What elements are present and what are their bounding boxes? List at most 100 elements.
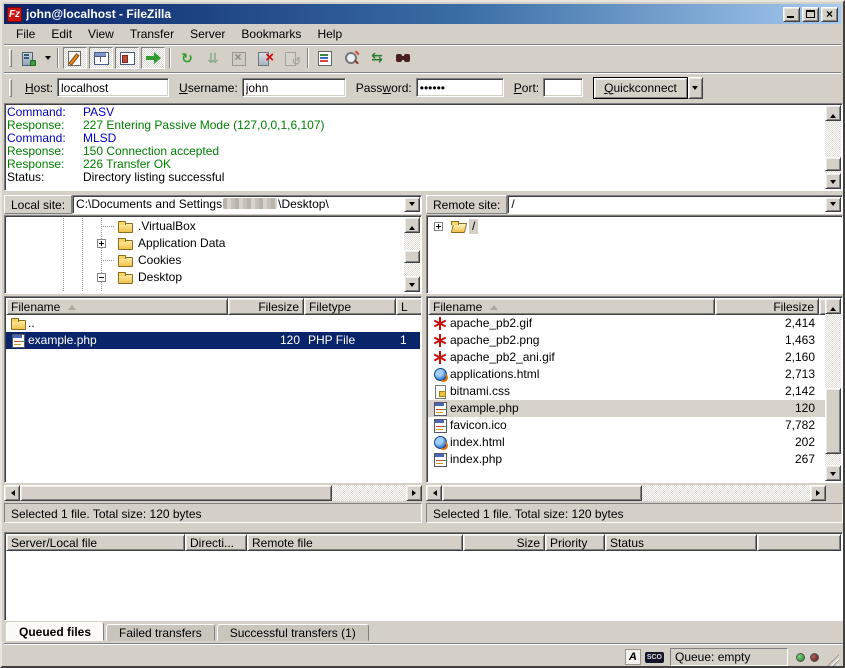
scrollbar-thumb[interactable] bbox=[20, 485, 332, 501]
tab-queued-files[interactable]: Queued files bbox=[6, 622, 104, 641]
queue-splitter[interactable] bbox=[4, 524, 843, 532]
scrollbar-thumb[interactable] bbox=[825, 388, 841, 454]
toggle-message-log-button[interactable] bbox=[63, 47, 87, 69]
menu-edit[interactable]: Edit bbox=[43, 25, 80, 43]
scroll-right-button[interactable] bbox=[810, 485, 826, 501]
column-header-filename[interactable]: Filename bbox=[428, 298, 715, 315]
file-row[interactable]: apache_pb2.gif2,414 bbox=[428, 315, 825, 332]
local-site-combobox[interactable]: C:\Documents and Settings\Desktop\ bbox=[72, 195, 422, 214]
file-row[interactable]: index.html202 bbox=[428, 434, 825, 451]
queue-column-priority[interactable]: Priority bbox=[545, 534, 605, 551]
file-row[interactable]: .. bbox=[6, 315, 420, 332]
scroll-up-button[interactable] bbox=[404, 217, 420, 233]
maximize-button[interactable] bbox=[802, 7, 819, 22]
log-splitter[interactable] bbox=[4, 191, 843, 194]
cancel-button[interactable] bbox=[227, 47, 251, 69]
reconnect-button[interactable] bbox=[279, 47, 303, 69]
tree-connector bbox=[101, 226, 115, 227]
tree-item[interactable]: Cookies bbox=[6, 252, 403, 269]
file-row[interactable]: example.php120 bbox=[428, 400, 825, 417]
data-type-indicator-icon: A bbox=[625, 649, 641, 665]
synchronized-browsing-button[interactable]: ⇆ bbox=[365, 47, 389, 69]
queue-column-size[interactable]: Size bbox=[463, 534, 545, 551]
menu-help[interactable]: Help bbox=[309, 25, 350, 43]
directory-comparison-button[interactable] bbox=[339, 47, 363, 69]
close-button[interactable]: × bbox=[821, 7, 838, 22]
site-manager-button[interactable] bbox=[16, 47, 40, 69]
file-row[interactable]: bitnami.css2,142 bbox=[428, 383, 825, 400]
toggle-local-tree-button[interactable] bbox=[89, 47, 113, 69]
disconnect-button[interactable] bbox=[253, 47, 277, 69]
vertical-splitter[interactable] bbox=[422, 194, 426, 523]
queue-column-remotefile[interactable]: Remote file bbox=[247, 534, 463, 551]
site-manager-dropdown[interactable] bbox=[41, 47, 54, 69]
column-header-filesize[interactable]: Filesize bbox=[715, 298, 819, 315]
remote-path: / bbox=[511, 197, 514, 211]
menu-bookmarks[interactable]: Bookmarks bbox=[233, 25, 309, 43]
scroll-down-button[interactable] bbox=[825, 173, 841, 189]
tree-item[interactable]: .VirtualBox bbox=[6, 218, 403, 235]
file-row[interactable]: example.php120PHP File1 bbox=[6, 332, 420, 349]
remote-site-combobox[interactable]: / bbox=[507, 195, 843, 214]
expand-plus-icon[interactable] bbox=[97, 239, 106, 248]
column-header-filetype[interactable]: Filetype bbox=[304, 298, 396, 315]
scroll-down-button[interactable] bbox=[825, 465, 841, 481]
file-row[interactable]: applications.html2,713 bbox=[428, 366, 825, 383]
host-input[interactable] bbox=[57, 78, 169, 97]
expand-plus-icon[interactable] bbox=[434, 222, 443, 231]
resize-grip[interactable] bbox=[826, 654, 839, 667]
column-header-filename[interactable]: Filename bbox=[6, 298, 228, 315]
filter-button[interactable] bbox=[313, 47, 337, 69]
minimize-button[interactable] bbox=[783, 7, 800, 22]
scrollbar-thumb[interactable] bbox=[442, 485, 642, 501]
username-input[interactable] bbox=[242, 78, 346, 97]
refresh-button[interactable]: ↻ bbox=[175, 47, 199, 69]
tree-item[interactable]: Desktop bbox=[6, 269, 403, 286]
toggle-queue-button[interactable] bbox=[141, 47, 165, 69]
scroll-down-button[interactable] bbox=[404, 276, 420, 292]
password-input[interactable] bbox=[416, 78, 504, 97]
queue-column-serverlocalfile[interactable]: Server/Local file bbox=[6, 534, 185, 551]
scroll-up-button[interactable] bbox=[825, 105, 841, 121]
collapse-minus-icon[interactable] bbox=[97, 273, 106, 282]
remote-hscrollbar[interactable] bbox=[426, 485, 826, 501]
queue-column-status[interactable]: Status bbox=[605, 534, 757, 551]
file-row[interactable]: favicon.ico7,782 bbox=[428, 417, 825, 434]
scrollbar-thumb[interactable] bbox=[404, 250, 420, 263]
find-files-button[interactable] bbox=[391, 47, 415, 69]
quickbar-grip[interactable] bbox=[9, 79, 12, 97]
scroll-left-button[interactable] bbox=[426, 485, 442, 501]
tree-item[interactable]: / bbox=[428, 218, 841, 235]
toggle-remote-tree-button[interactable] bbox=[115, 47, 139, 69]
scrollbar-thumb[interactable] bbox=[825, 157, 841, 171]
menu-transfer[interactable]: Transfer bbox=[122, 25, 182, 43]
column-header-l[interactable]: L bbox=[396, 298, 422, 315]
scroll-left-button[interactable] bbox=[4, 485, 20, 501]
scroll-right-button[interactable] bbox=[406, 485, 422, 501]
port-input[interactable] bbox=[543, 78, 583, 97]
log-line: Status:Directory listing successful bbox=[7, 171, 824, 184]
queue-column-directi[interactable]: Directi... bbox=[185, 534, 247, 551]
remote-site-dropdown[interactable] bbox=[825, 197, 841, 212]
remote-site-label: Remote site: bbox=[426, 195, 507, 214]
local-hscrollbar[interactable] bbox=[4, 485, 422, 501]
column-header-filesize[interactable]: Filesize bbox=[228, 298, 304, 315]
toolbar-grip[interactable] bbox=[9, 49, 12, 67]
process-queue-button[interactable]: ⇊ bbox=[201, 47, 225, 69]
menu-file[interactable]: File bbox=[8, 25, 43, 43]
menu-server[interactable]: Server bbox=[182, 25, 233, 43]
log-scrollbar[interactable] bbox=[825, 105, 841, 189]
remote-vscrollbar[interactable] bbox=[825, 298, 841, 481]
tree-item[interactable]: Application Data bbox=[6, 235, 403, 252]
scroll-up-button[interactable] bbox=[825, 298, 841, 314]
quickconnect-button[interactable]: Quickconnect bbox=[593, 77, 688, 99]
file-row[interactable]: index.php267 bbox=[428, 451, 825, 468]
file-row[interactable]: apache_pb2.png1,463 bbox=[428, 332, 825, 349]
local-site-dropdown[interactable] bbox=[404, 197, 420, 212]
file-row[interactable]: apache_pb2_ani.gif2,160 bbox=[428, 349, 825, 366]
tab-failed-transfers[interactable]: Failed transfers bbox=[106, 624, 215, 641]
local-tree-scrollbar[interactable] bbox=[404, 217, 420, 292]
menu-view[interactable]: View bbox=[80, 25, 122, 43]
tab-successful-transfers-[interactable]: Successful transfers (1) bbox=[217, 624, 369, 641]
quickconnect-dropdown[interactable] bbox=[688, 77, 703, 99]
